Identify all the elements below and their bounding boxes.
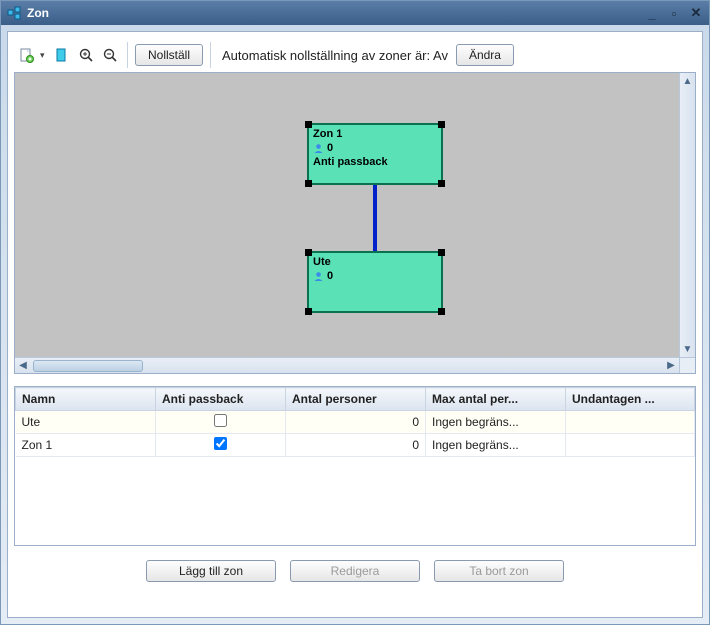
- zone-anti-passback: Anti passback: [313, 155, 437, 169]
- scroll-right-icon[interactable]: ▶: [663, 358, 679, 373]
- resize-handle[interactable]: [305, 121, 312, 128]
- table-row[interactable]: Ute 0 Ingen begräns...: [16, 411, 695, 434]
- anti-passback-checkbox[interactable]: [214, 414, 227, 427]
- person-icon: [313, 271, 324, 282]
- col-name[interactable]: Namn: [16, 388, 156, 411]
- resize-handle[interactable]: [438, 249, 445, 256]
- scroll-track[interactable]: [31, 358, 663, 373]
- table-row[interactable]: Zon 1 0 Ingen begräns...: [16, 434, 695, 457]
- zone-count-row: 0: [313, 141, 437, 155]
- vertical-scrollbar[interactable]: ▲ ▼: [679, 73, 695, 357]
- col-anti-passback[interactable]: Anti passback: [156, 388, 286, 411]
- resize-handle[interactable]: [438, 180, 445, 187]
- cell-name: Zon 1: [16, 434, 156, 457]
- window-title: Zon: [27, 6, 643, 20]
- change-button[interactable]: Ändra: [456, 44, 514, 66]
- cell-count: 0: [286, 411, 426, 434]
- new-page-icon[interactable]: [16, 45, 36, 65]
- zoom-out-icon[interactable]: [100, 45, 120, 65]
- cell-max: Ingen begräns...: [426, 411, 566, 434]
- zone-box-ute[interactable]: Ute 0: [307, 251, 443, 313]
- zone-count: 0: [327, 141, 333, 155]
- cell-anti-passback: [156, 411, 286, 434]
- zone-table-container: Namn Anti passback Antal personer Max an…: [14, 386, 696, 546]
- footer-buttons: Lägg till zon Redigera Ta bort zon: [14, 546, 696, 590]
- horizontal-scrollbar[interactable]: ◀ ▶: [15, 357, 695, 373]
- zone-icon[interactable]: [52, 45, 72, 65]
- zone-table[interactable]: Namn Anti passback Antal personer Max an…: [15, 387, 695, 457]
- auto-reset-status: Automatisk nollställning av zoner är: Av: [218, 48, 452, 63]
- delete-zone-button[interactable]: Ta bort zon: [434, 560, 564, 582]
- minimize-button[interactable]: _: [643, 5, 661, 21]
- anti-passback-checkbox[interactable]: [214, 437, 227, 450]
- cell-anti-passback: [156, 434, 286, 457]
- person-icon: [313, 143, 324, 154]
- toolbar-separator: [210, 42, 211, 68]
- titlebar[interactable]: Zon _ ▫ ✕: [1, 1, 709, 25]
- resize-handle[interactable]: [438, 308, 445, 315]
- zone-canvas[interactable]: Zon 1 0 Anti passback: [15, 73, 679, 357]
- cell-max: Ingen begräns...: [426, 434, 566, 457]
- window-controls: _ ▫ ✕: [643, 5, 705, 21]
- table-header-row: Namn Anti passback Antal personer Max an…: [16, 388, 695, 411]
- new-dropdown-icon[interactable]: ▾: [40, 50, 48, 61]
- canvas-scrollarea: Zon 1 0 Anti passback: [15, 73, 695, 357]
- resize-handle[interactable]: [305, 249, 312, 256]
- toolbar: ▾ Nollställ Automatisk nollställning av …: [14, 38, 696, 72]
- zone-count-row: 0: [313, 269, 437, 283]
- scroll-down-icon[interactable]: ▼: [680, 341, 695, 357]
- cell-name: Ute: [16, 411, 156, 434]
- cell-exempt: [566, 434, 695, 457]
- canvas-container: Zon 1 0 Anti passback: [14, 72, 696, 374]
- zone-count: 0: [327, 269, 333, 283]
- zone-name: Zon 1: [313, 127, 437, 141]
- zone-connector: [373, 185, 377, 253]
- resize-handle[interactable]: [305, 180, 312, 187]
- col-max[interactable]: Max antal per...: [426, 388, 566, 411]
- cell-count: 0: [286, 434, 426, 457]
- resize-handle[interactable]: [438, 121, 445, 128]
- scroll-corner: [679, 358, 695, 373]
- zoom-in-icon[interactable]: [76, 45, 96, 65]
- zone-box-zon1[interactable]: Zon 1 0 Anti passback: [307, 123, 443, 185]
- close-button[interactable]: ✕: [687, 5, 705, 21]
- scroll-left-icon[interactable]: ◀: [15, 358, 31, 373]
- edit-zone-button[interactable]: Redigera: [290, 560, 420, 582]
- resize-handle[interactable]: [305, 308, 312, 315]
- maximize-button[interactable]: ▫: [665, 5, 683, 21]
- cell-exempt: [566, 411, 695, 434]
- zone-name: Ute: [313, 255, 437, 269]
- scroll-up-icon[interactable]: ▲: [680, 73, 695, 89]
- toolbar-separator: [127, 42, 128, 68]
- scroll-thumb[interactable]: [33, 360, 143, 372]
- app-icon: [7, 6, 21, 20]
- zone-window: Zon _ ▫ ✕ ▾ Nollställ Automatisk no: [0, 0, 710, 625]
- col-exempt[interactable]: Undantagen ...: [566, 388, 695, 411]
- col-count[interactable]: Antal personer: [286, 388, 426, 411]
- add-zone-button[interactable]: Lägg till zon: [146, 560, 276, 582]
- reset-button[interactable]: Nollställ: [135, 44, 203, 66]
- body-panel: ▾ Nollställ Automatisk nollställning av …: [7, 31, 703, 618]
